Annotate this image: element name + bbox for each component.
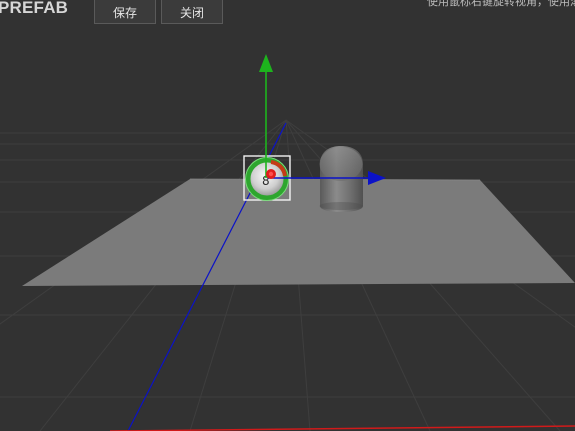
3d-scene[interactable]: 8 [0,0,575,431]
capsule-object[interactable] [319,146,364,212]
page-title: PREFAB [0,0,69,17]
selected-sphere-object[interactable]: 8 [245,157,289,201]
scene-viewport[interactable]: 8 PREFAB 保存 关闭 使用鼠标右键旋转视角，使用滚 [0,0,575,431]
gizmo-y-arrow-icon[interactable] [259,54,273,72]
scene-red-axis-line [109,425,575,431]
ground-plane[interactable] [22,179,575,286]
close-button[interactable]: 关闭 [161,0,223,24]
save-button[interactable]: 保存 [94,0,156,24]
mouse-hint-text: 使用鼠标右键旋转视角，使用滚 [427,0,575,8]
